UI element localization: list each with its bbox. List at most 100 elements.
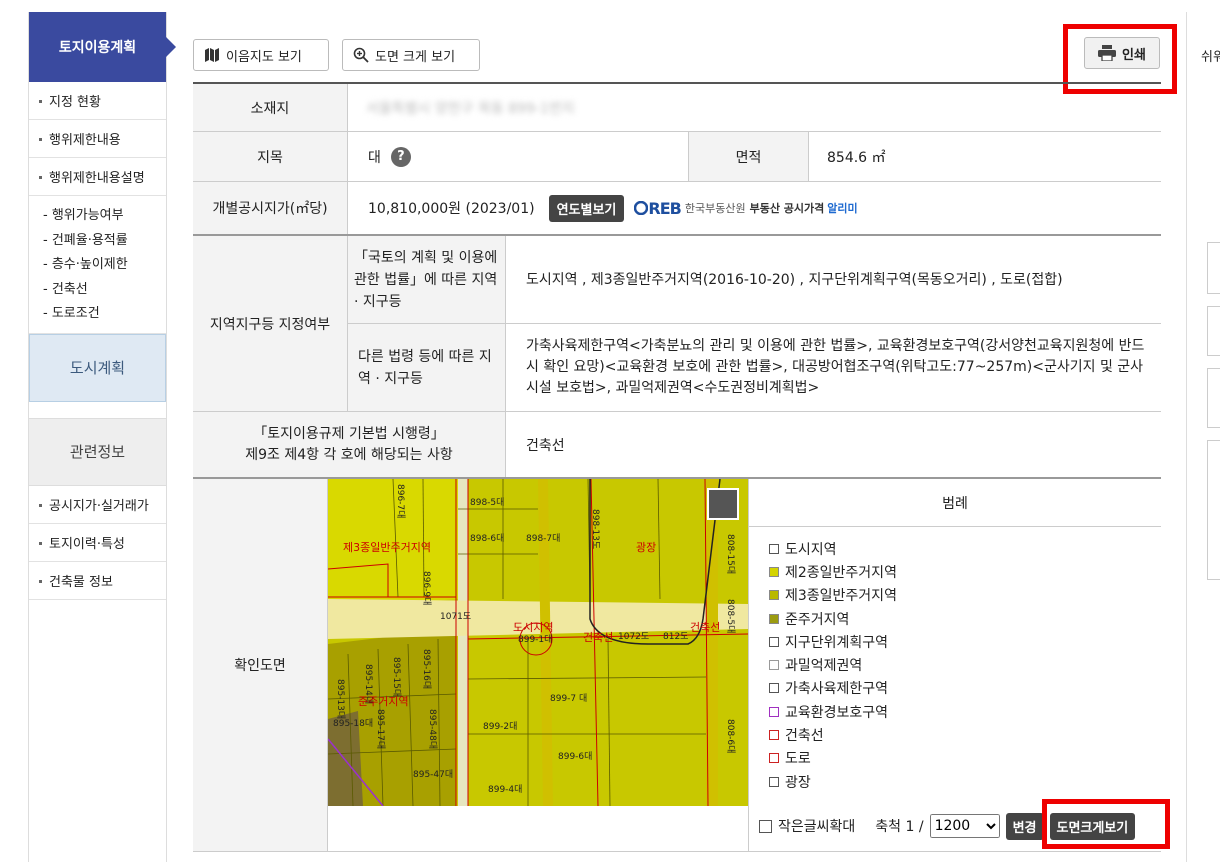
sidebar-item-restriction[interactable]: 행위제한내용 (29, 120, 166, 158)
scale-select[interactable]: 1200 (929, 814, 1000, 838)
legend-swatch (769, 753, 779, 764)
svg-text:898-6대: 898-6대 (470, 533, 504, 544)
map-view-button[interactable]: 이음지도 보기 (193, 39, 329, 71)
svg-text:895-18대: 895-18대 (333, 718, 373, 729)
svg-text:895-17대: 895-17대 (375, 709, 386, 749)
zoom-map-label: 도면 크게 보기 (375, 49, 456, 65)
zone-sub2-label: 다른 법령 등에 따른 지역 · 지구등 (348, 324, 506, 411)
svg-text:899-7 대: 899-7 대 (550, 693, 587, 704)
sidebar-subitem-road[interactable]: - 도로조건 (29, 302, 166, 327)
sidebar-subitem-height[interactable]: - 층수·높이제한 (29, 253, 166, 278)
svg-text:1072도: 1072도 (618, 632, 649, 642)
svg-text:899-6대: 899-6대 (558, 751, 592, 762)
table-row-zones: 지역지구등 지정여부 「국토의 계획 및 이용에 관한 법률」에 따른 지역 ·… (193, 236, 1161, 412)
scale-change-button[interactable]: 변경 (1005, 812, 1044, 840)
svg-text:건축선: 건축선 (690, 621, 720, 634)
sidebar-item-land-price[interactable]: 공시지가·실거래가 (29, 486, 166, 524)
svg-text:896-9대: 896-9대 (421, 571, 432, 605)
svg-text:899-1대: 899-1대 (518, 634, 552, 645)
sidebar-item-label: 행위제한내용 (49, 133, 121, 148)
svg-text:808-6대: 808-6대 (725, 719, 736, 753)
legend-label: 도시지역 (785, 541, 837, 558)
svg-text:808-15대: 808-15대 (725, 534, 736, 574)
sidebar-item-restriction-desc[interactable]: 행위제한내용설명 (29, 158, 166, 196)
legend-label: 제2종일반주거지역 (785, 564, 897, 581)
sidebar-title-label: 토지이용계획 (58, 40, 137, 56)
svg-text:895-47대: 895-47대 (413, 769, 453, 780)
legend-item: 과밀억제권역 (769, 653, 1161, 676)
svg-text:895-13대: 895-13대 (335, 679, 346, 719)
legend-item: 지구단위계획구역 (769, 630, 1161, 653)
table-row-map: 확인도면 898-5대 898-6대 898-7대 898-13도 808-15… (193, 479, 1161, 852)
legend-item: 제3종일반주거지역 (769, 584, 1161, 607)
svg-text:도시지역: 도시지역 (513, 621, 553, 634)
reb-org: 한국부동산원 (684, 202, 746, 215)
map-view-label: 이음지도 보기 (226, 49, 302, 65)
legend-label: 가축사육제한구역 (785, 681, 889, 698)
legend-swatch (769, 776, 779, 787)
svg-text:광장: 광장 (636, 541, 656, 554)
table-row-land-category: 지목 대 ? 면적 854.6 ㎡ (193, 132, 1161, 182)
year-view-button[interactable]: 연도별보기 (548, 194, 625, 222)
right-panel-box (1207, 368, 1220, 428)
legend-swatch (769, 613, 779, 624)
sidebar-subitem-coverage[interactable]: - 건폐율·용적률 (29, 229, 166, 254)
reb-text-accent: 알리미 (827, 202, 858, 215)
sidebar-subitem-building-line[interactable]: - 건축선 (29, 278, 166, 303)
address-label: 소재지 (193, 84, 348, 131)
land-category-value: 대 (368, 149, 381, 166)
small-text-checkbox[interactable] (759, 819, 772, 833)
land-map[interactable]: 898-5대 898-6대 898-7대 898-13도 808-15대 1071… (328, 479, 748, 806)
right-panel-box (1207, 306, 1220, 356)
svg-text:895-16대: 895-16대 (421, 649, 432, 689)
decree-label: 「토지이용규제 기본법 시행령」 제9조 제4항 각 호에 해당되는 사항 (193, 412, 506, 477)
legend-item: 광장 (769, 770, 1161, 793)
sidebar-item-designation[interactable]: 지정 현황 (29, 82, 166, 120)
reb-logo-text: REB (648, 198, 681, 218)
right-panel: 쉬워 (1186, 12, 1220, 862)
help-icon[interactable]: ? (390, 146, 411, 167)
zoom-map-button[interactable]: 도면 크게 보기 (342, 39, 480, 71)
legend-item: 교육환경보호구역 (769, 700, 1161, 723)
sidebar-item-label: 건축물 정보 (49, 574, 113, 590)
sidebar-item-building-info[interactable]: 건축물 정보 (29, 562, 166, 600)
sidebar-city-plan[interactable]: 도시계획 (29, 333, 166, 402)
legend-item: 도시지역 (769, 537, 1161, 560)
svg-text:808-5대: 808-5대 (725, 599, 736, 633)
legend-label: 도로 (785, 751, 811, 768)
legend-label: 준주거지역 (785, 611, 850, 628)
zone-sub1-label: 「국토의 계획 및 이용에 관한 법률」에 따른 지역 · 지구등 (348, 236, 506, 323)
sidebar-title[interactable]: 토지이용계획 (29, 12, 176, 82)
legend-item: 가축사육제한구역 (769, 677, 1161, 700)
sidebar-subitem-allowed[interactable]: - 행위가능여부 (29, 204, 166, 229)
legend-list: 도시지역제2종일반주거지역제3종일반주거지역준주거지역지구단위계획구역과밀억제권… (749, 527, 1161, 793)
active-arrow-icon (166, 37, 176, 57)
decree-label-line1: 「토지이용규제 기본법 시행령」 (253, 425, 445, 442)
price-label: 개별공시지가(㎡당) (193, 182, 348, 234)
legend-item: 도로 (769, 747, 1161, 770)
reb-link[interactable]: REB 한국부동산원 부동산 공시가격 알리미 (634, 198, 858, 218)
right-panel-box (1207, 242, 1220, 294)
zoom-in-icon (353, 47, 369, 63)
small-text-label: 작은글씨확대 (778, 819, 856, 835)
legend-swatch (769, 730, 779, 741)
sidebar-related-info[interactable]: 관련정보 (29, 417, 166, 486)
table-row-decree: 「토지이용규제 기본법 시행령」 제9조 제4항 각 호에 해당되는 사항 건축… (193, 412, 1161, 479)
legend-title: 범례 (749, 479, 1161, 527)
legend-swatch (769, 706, 779, 717)
decree-value: 건축선 (526, 437, 565, 454)
zone-label: 지역지구등 지정여부 (193, 236, 348, 411)
zone-sub1-value: 도시지역 , 제3종일반주거지역(2016-10-20) , 지구단위계획구역(… (526, 271, 1063, 288)
map-icon (205, 48, 219, 62)
legend-swatch (769, 636, 779, 647)
sidebar-item-label: 공시지가·실거래가 (49, 498, 149, 514)
svg-text:896-7대: 896-7대 (395, 484, 406, 518)
address-value: 서울특별시 양천구 목동 899-1번지 (366, 100, 575, 117)
legend-label: 교육환경보호구역 (785, 704, 889, 721)
legend-label: 과밀억제권역 (785, 658, 863, 675)
svg-text:898-7대: 898-7대 (526, 533, 560, 544)
svg-text:898-13도: 898-13도 (590, 509, 600, 549)
sidebar-item-land-history[interactable]: 토지이력·특성 (29, 524, 166, 562)
svg-text:제3종일반주거지역: 제3종일반주거지역 (343, 540, 431, 554)
land-info-table: 소재지 서울특별시 양천구 목동 899-1번지 지목 대 ? 면적 854.6… (193, 82, 1161, 852)
